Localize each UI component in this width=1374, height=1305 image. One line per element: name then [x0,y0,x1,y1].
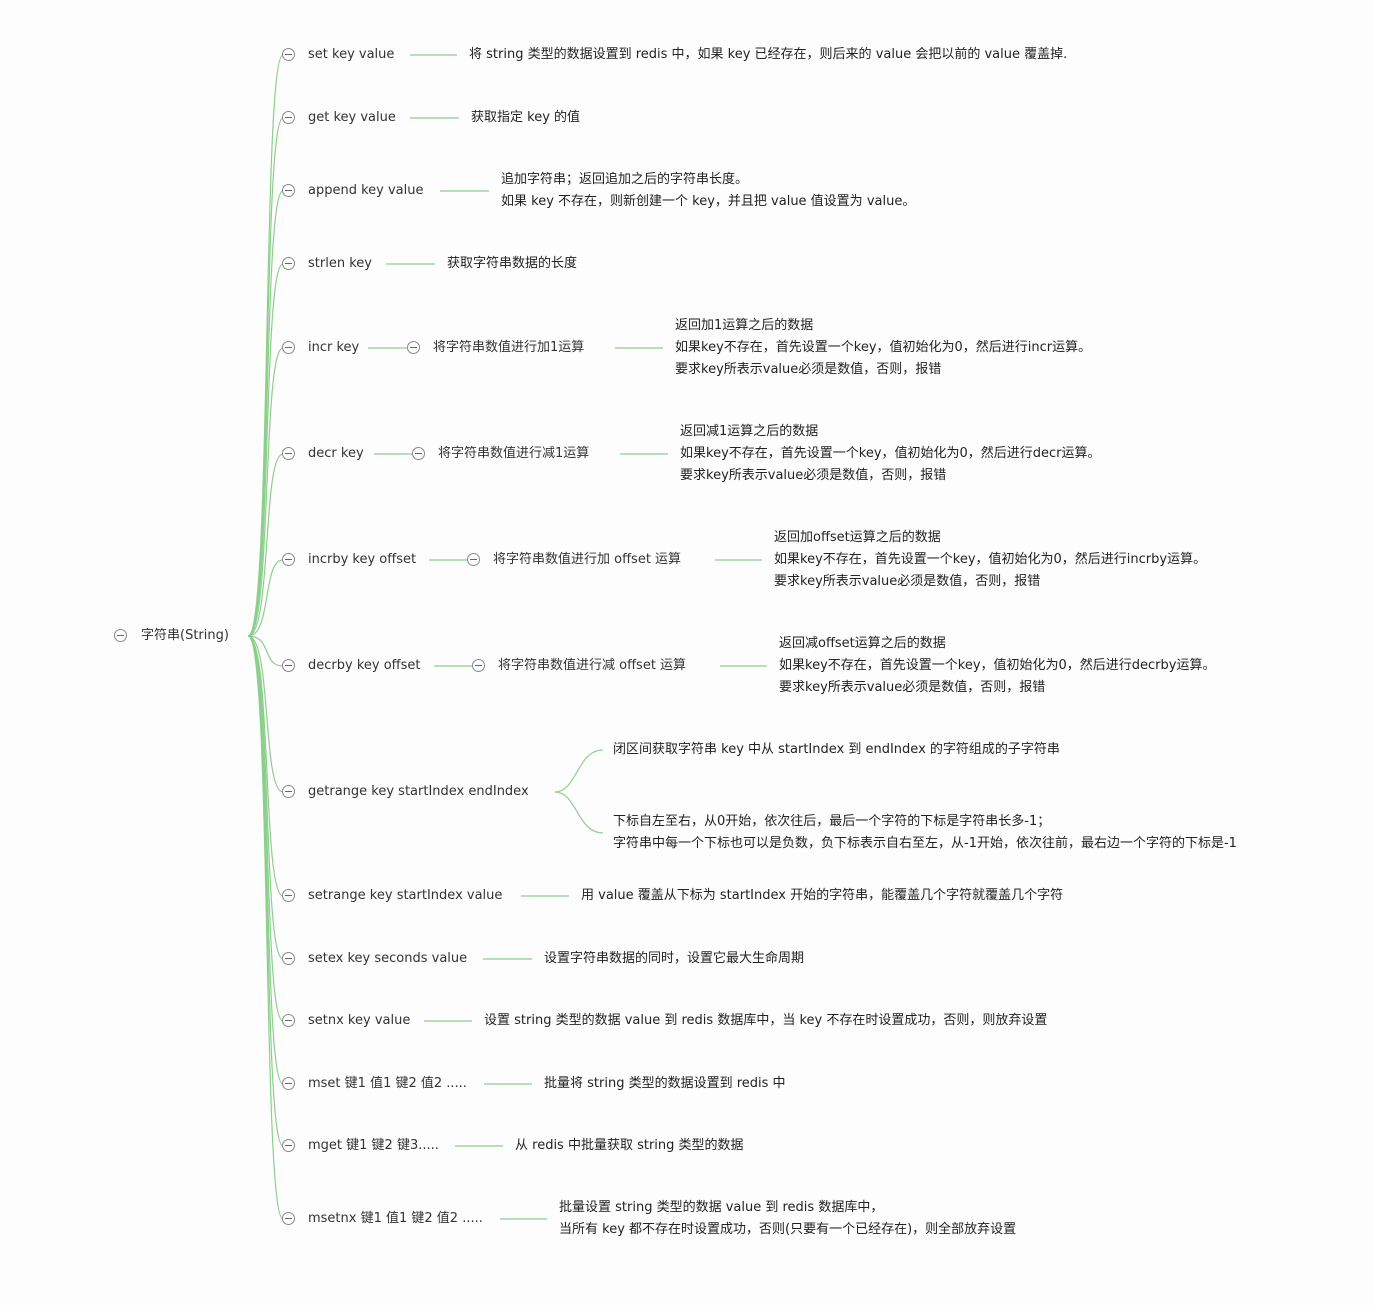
sub-collapse-icon[interactable] [467,553,480,566]
description-line: 将 string 类型的数据设置到 redis 中，如果 key 已经存在，则后… [469,47,1068,62]
command-label: decr key [308,446,364,461]
description-line: 获取字符串数据的长度 [447,256,578,271]
description-line: 批量设置 string 类型的数据 value 到 redis 数据库中， [559,1200,884,1215]
collapse-icon[interactable] [282,889,295,902]
root-collapse-icon[interactable] [114,629,127,642]
branch-line-0 [247,54,284,637]
description-line: 用 value 覆盖从下标为 startIndex 开始的字符串，能覆盖几个字符… [581,888,1064,903]
collapse-icon[interactable] [282,1212,295,1225]
sub-label: 将字符串数值进行加 offset 运算 [493,552,682,567]
sub-label: 将字符串数值进行减1运算 [438,446,590,461]
description: 设置字符串数据的同时，设置它最大生命周期 [544,948,804,970]
description-line: 返回减offset运算之后的数据 [779,636,946,651]
collapse-icon[interactable] [282,184,295,197]
description-line: 设置 string 类型的数据 value 到 redis 数据库中，当 key… [484,1013,1048,1028]
description: 返回减offset运算之后的数据如果key不存在，首先设置一个key，值初始化为… [779,633,1215,699]
command-label: incrby key offset [308,552,417,567]
description-line: 字符串中每一个下标也可以是负数，负下标表示自右至左，从-1开始，依次往前，最右边… [613,836,1237,851]
description-line: 要求key所表示value必须是数值，否则，报错 [680,468,947,483]
description-line: 设置字符串数据的同时，设置它最大生命周期 [544,951,805,966]
description-line: 批量将 string 类型的数据设置到 redis 中 [544,1076,786,1091]
description-line: 如果key不存在，首先设置一个key，值初始化为0，然后进行decr运算。 [680,446,1101,461]
description-line: 要求key所表示value必须是数值，否则，报错 [779,680,1046,695]
collapse-icon[interactable] [282,1139,295,1152]
description-line: 获取指定 key 的值 [471,110,581,125]
command-label: append key value [308,183,424,198]
collapse-icon[interactable] [282,48,295,61]
command-label: get key value [308,110,396,125]
range-branch-1 [554,791,604,834]
collapse-icon[interactable] [282,659,295,672]
description-line: 返回加1运算之后的数据 [675,318,814,333]
description: 获取指定 key 的值 [471,107,580,129]
command-label: setrange key startIndex value [308,888,503,903]
collapse-icon[interactable] [282,553,295,566]
collapse-icon[interactable] [282,785,295,798]
collapse-icon[interactable] [282,111,295,124]
description-line: 当所有 key 都不存在时设置成功，否则(只要有一个已经存在)，则全部放弃设置 [559,1222,1017,1237]
description-line: 闭区间获取字符串 key 中从 startIndex 到 endIndex 的字… [613,742,1060,757]
command-label: setex key seconds value [308,951,468,966]
command-label: getrange key startIndex endIndex [308,784,529,799]
range-branch-0 [554,749,604,793]
root-label: 字符串(String) [141,628,229,643]
description-line: 追加字符串；返回追加之后的字符串长度。 [501,172,749,187]
description-line: 如果key不存在，首先设置一个key，值初始化为0，然后进行incrby运算。 [774,552,1207,567]
collapse-icon[interactable] [282,257,295,270]
description: 批量将 string 类型的数据设置到 redis 中 [544,1073,786,1095]
command-label: msetnx 键1 值1 键2 值2 ..... [308,1211,483,1226]
description-line: 从 redis 中批量获取 string 类型的数据 [515,1138,744,1153]
description: 设置 string 类型的数据 value 到 redis 数据库中，当 key… [484,1010,1047,1032]
description-line: 下标自左至右，从0开始，依次往后，最后一个字符的下标是字符串长多-1； [613,814,1051,829]
collapse-icon[interactable] [282,341,295,354]
command-label: setnx key value [308,1013,411,1028]
description-line: 要求key所表示value必须是数值，否则，报错 [774,574,1041,589]
description: 追加字符串；返回追加之后的字符串长度。如果 key 不存在，则新创建一个 key… [501,169,915,213]
description: 获取字符串数据的长度 [447,253,577,275]
branch-description: 闭区间获取字符串 key 中从 startIndex 到 endIndex 的字… [613,739,1060,761]
sub-collapse-icon[interactable] [412,447,425,460]
collapse-icon[interactable] [282,1077,295,1090]
command-label: set key value [308,47,395,62]
command-label: mset 键1 值1 键2 值2 ..... [308,1076,467,1091]
description: 批量设置 string 类型的数据 value 到 redis 数据库中， 当所有… [559,1197,1016,1241]
sub-label: 将字符串数值进行减 offset 运算 [498,658,687,673]
command-label: decrby key offset [308,658,421,673]
sub-label: 将字符串数值进行加1运算 [433,340,585,355]
description-line: 如果 key 不存在，则新创建一个 key，并且把 value 值设置为 val… [501,194,916,209]
command-label: mget 键1 键2 键3..... [308,1138,439,1153]
command-label: strlen key [308,256,372,271]
command-label: incr key [308,340,360,355]
description: 从 redis 中批量获取 string 类型的数据 [515,1135,744,1157]
description-line: 返回加offset运算之后的数据 [774,530,941,545]
description-line: 如果key不存在，首先设置一个key，值初始化为0，然后进行incr运算。 [675,340,1092,355]
collapse-icon[interactable] [282,447,295,460]
collapse-icon[interactable] [282,952,295,965]
branch-description: 下标自左至右，从0开始，依次往后，最后一个字符的下标是字符串长多-1； 字符串中每… [613,811,1237,855]
sub-collapse-icon[interactable] [407,341,420,354]
description: 用 value 覆盖从下标为 startIndex 开始的字符串，能覆盖几个字符… [581,885,1063,907]
description-line: 要求key所表示value必须是数值，否则，报错 [675,362,942,377]
description: 返回加offset运算之后的数据如果key不存在，首先设置一个key，值初始化为… [774,527,1206,593]
collapse-icon[interactable] [282,1014,295,1027]
description-line: 如果key不存在，首先设置一个key，值初始化为0，然后进行decrby运算。 [779,658,1216,673]
description-line: 返回减1运算之后的数据 [680,424,819,439]
description: 返回加1运算之后的数据如果key不存在，首先设置一个key，值初始化为0，然后进… [675,315,1091,381]
sub-collapse-icon[interactable] [472,659,485,672]
description: 将 string 类型的数据设置到 redis 中，如果 key 已经存在，则后… [469,44,1067,66]
description: 返回减1运算之后的数据如果key不存在，首先设置一个key，值初始化为0，然后进… [680,421,1101,487]
